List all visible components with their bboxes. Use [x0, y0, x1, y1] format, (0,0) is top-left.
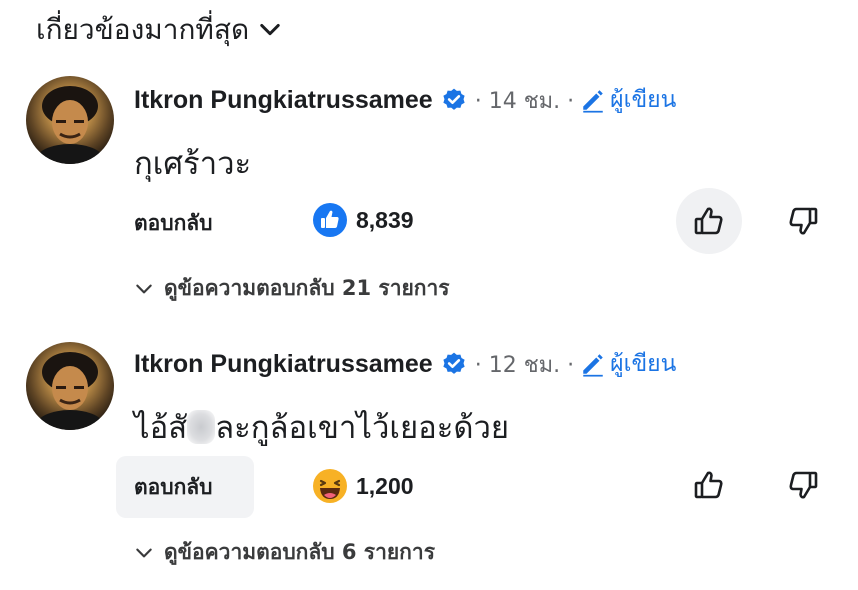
view-replies-label: ดูข้อความตอบกลับ 6 รายการ [164, 540, 435, 564]
chevron-down-icon [260, 23, 280, 36]
reaction-count: 1,200 [356, 472, 414, 499]
reply-label: ตอบกลับ [134, 210, 213, 235]
pencil-icon [583, 90, 603, 113]
haha-reaction-icon [313, 469, 347, 503]
reaction-count: 8,839 [356, 206, 414, 233]
view-replies-link[interactable]: ดูข้อความตอบกลับ 6 รายการ [134, 536, 435, 569]
author-badge-label: ผู้เขียน [610, 351, 677, 377]
reply-label: ตอบกลับ [134, 474, 213, 499]
reaction-summary[interactable]: 8,839 [312, 202, 414, 238]
avatar-image [36, 352, 104, 430]
reply-button[interactable]: ตอบกลับ [116, 456, 254, 518]
chevron-down-icon [136, 284, 152, 293]
comment-text: ไอ้สั ละกูล้อเขาไว้เยอะด้วย [134, 402, 509, 452]
like-button[interactable] [676, 452, 742, 518]
author-badge: ผู้เขียน [580, 82, 676, 118]
author-badge: ผู้เขียน [580, 346, 676, 382]
thumbs-down-icon [789, 207, 818, 235]
author-badge-label: ผู้เขียน [610, 87, 677, 113]
comment-header: Itkron Pungkiatrussamee · 12 ชม. · ผู้เข… [134, 346, 676, 382]
comment-header: Itkron Pungkiatrussamee · 14 ชม. · ผู้เข… [134, 82, 676, 118]
thumbs-up-icon [694, 207, 723, 235]
author-name[interactable]: Itkron Pungkiatrussamee [134, 350, 433, 379]
dislike-button[interactable] [770, 452, 836, 518]
avatar[interactable] [26, 342, 114, 430]
dislike-button[interactable] [770, 188, 836, 254]
chevron-down-icon [136, 548, 152, 557]
comment-text: กุเศร้าวะ [134, 146, 252, 182]
censor-blur [187, 410, 216, 444]
avatar[interactable] [26, 76, 114, 164]
comment-time: · 12 ชม. · [474, 352, 575, 378]
sort-label: เกี่ยวข้องมากที่สุด [36, 13, 250, 46]
sort-dropdown[interactable]: เกี่ยวข้องมากที่สุด [36, 10, 281, 50]
comment-time: · 14 ชม. · [474, 88, 575, 114]
pencil-icon [583, 354, 603, 377]
view-replies-link[interactable]: ดูข้อความตอบกลับ 21 รายการ [134, 272, 450, 305]
author-name[interactable]: Itkron Pungkiatrussamee [134, 86, 433, 115]
thumbs-up-icon [694, 471, 723, 499]
verified-badge-icon [443, 88, 465, 110]
verified-badge-icon [443, 352, 465, 374]
reaction-summary[interactable]: 1,200 [312, 468, 414, 504]
like-button[interactable] [676, 188, 742, 254]
avatar-image [36, 86, 104, 164]
comment-text-part-2: ละกูล้อเขาไว้เยอะด้วย [215, 410, 510, 446]
thumbs-down-icon [789, 471, 818, 499]
reply-button[interactable]: ตอบกลับ [116, 192, 254, 254]
comment-text-part-1: ไอ้สั [134, 410, 188, 446]
view-replies-label: ดูข้อความตอบกลับ 21 รายการ [164, 276, 450, 300]
like-reaction-icon [313, 203, 347, 237]
